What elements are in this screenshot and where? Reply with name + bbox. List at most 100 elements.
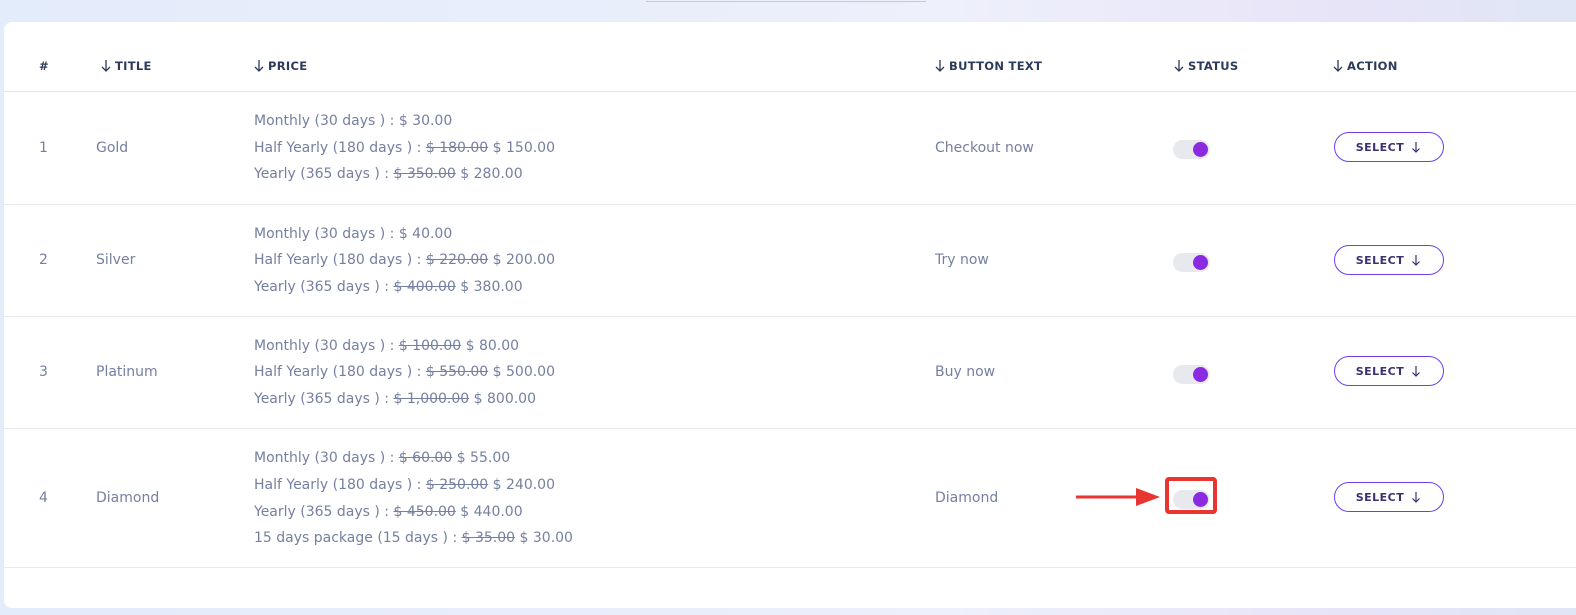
price-old: $ 350.00: [393, 166, 456, 182]
price-line: Yearly (365 days ) : $ 1,000.00 $ 800.00: [254, 391, 536, 408]
table-header: # TITLE PRICE BUTTON TEXT STATUS ACTION: [4, 22, 1576, 92]
row-number: 4: [39, 490, 48, 506]
toggle-knob: [1193, 255, 1208, 270]
price-old: $ 35.00: [461, 530, 516, 546]
price-current: $ 30.00: [398, 113, 453, 129]
header-button-text[interactable]: BUTTON TEXT: [934, 59, 1042, 73]
header-button-text-label: BUTTON TEXT: [949, 59, 1043, 73]
price-label: Monthly (30 days ) :: [254, 450, 395, 466]
price-current: $ 150.00: [492, 140, 555, 156]
row-number: 1: [39, 140, 48, 156]
red-arrow-right-icon: [1076, 488, 1160, 506]
table-row: 4 Diamond Monthly (30 days ) : $ 60.00 $…: [4, 429, 1576, 568]
select-button[interactable]: SELECT: [1334, 245, 1444, 275]
price-label: Yearly (365 days ) :: [254, 391, 390, 407]
price-current: $ 440.00: [460, 504, 523, 520]
select-button[interactable]: SELECT: [1334, 356, 1444, 386]
price-line: Half Yearly (180 days ) : $ 550.00 $ 500…: [254, 364, 555, 381]
button-text-value: Buy now: [935, 364, 996, 380]
select-button-label: SELECT: [1355, 253, 1405, 267]
price-line: Yearly (365 days ) : $ 400.00 $ 380.00: [254, 279, 523, 296]
price-current: $ 280.00: [460, 166, 523, 182]
price-line: Monthly (30 days ) : $ 100.00 $ 80.00: [254, 338, 519, 355]
price-old: $ 250.00: [425, 477, 489, 493]
price-current: $ 55.00: [456, 450, 511, 466]
highlight-box: [1165, 477, 1217, 514]
price-current: $ 40.00: [398, 226, 453, 242]
row-number: 3: [39, 364, 48, 380]
arrow-down-icon: [935, 60, 945, 72]
table-row: 2 Silver Monthly (30 days ) : $ 40.00 Ha…: [4, 205, 1576, 317]
price-label: Yearly (365 days ) :: [254, 279, 390, 295]
price-current: $ 200.00: [492, 252, 555, 268]
price-label: Monthly (30 days ) :: [254, 226, 395, 242]
status-toggle[interactable]: [1173, 365, 1210, 384]
price-line: Monthly (30 days ) : $ 30.00: [254, 113, 452, 130]
price-line: Half Yearly (180 days ) : $ 220.00 $ 200…: [254, 252, 555, 269]
row-number: 2: [39, 252, 48, 268]
price-old: $ 550.00: [425, 364, 489, 380]
pricing-table-card: # TITLE PRICE BUTTON TEXT STATUS ACTION …: [4, 22, 1576, 608]
select-button-label: SELECT: [1355, 140, 1405, 154]
price-line: Half Yearly (180 days ) : $ 250.00 $ 240…: [254, 477, 555, 494]
header-action[interactable]: ACTION: [1332, 59, 1398, 73]
arrow-down-icon: [1174, 60, 1184, 72]
price-current: $ 800.00: [473, 391, 536, 407]
price-label: Half Yearly (180 days ) :: [254, 477, 422, 493]
price-line: Yearly (365 days ) : $ 350.00 $ 280.00: [254, 166, 523, 183]
price-line: Half Yearly (180 days ) : $ 180.00 $ 150…: [254, 140, 555, 157]
price-label: 15 days package (15 days ) :: [254, 530, 458, 546]
row-title: Gold: [96, 140, 129, 156]
button-text-value: Diamond: [935, 490, 999, 506]
header-price[interactable]: PRICE: [253, 59, 307, 73]
arrow-down-icon: [101, 60, 111, 72]
row-title: Diamond: [96, 490, 160, 506]
status-toggle[interactable]: [1173, 140, 1210, 159]
select-button[interactable]: SELECT: [1334, 482, 1444, 512]
arrow-down-icon: [1412, 492, 1421, 503]
price-label: Half Yearly (180 days ) :: [254, 140, 422, 156]
price-current: $ 380.00: [460, 279, 523, 295]
top-divider: [646, 1, 926, 2]
row-title: Silver: [96, 252, 136, 268]
price-line: Yearly (365 days ) : $ 450.00 $ 440.00: [254, 504, 523, 521]
row-title: Platinum: [96, 364, 158, 380]
arrow-down-icon: [1412, 142, 1421, 153]
price-label: Yearly (365 days ) :: [254, 504, 390, 520]
arrow-down-icon: [254, 60, 264, 72]
arrow-down-icon: [1412, 366, 1421, 377]
price-label: Monthly (30 days ) :: [254, 113, 395, 129]
price-current: $ 500.00: [492, 364, 555, 380]
price-line: Monthly (30 days ) : $ 60.00 $ 55.00: [254, 450, 510, 467]
price-label: Yearly (365 days ) :: [254, 166, 390, 182]
header-price-label: PRICE: [268, 59, 308, 73]
select-button-label: SELECT: [1355, 490, 1405, 504]
header-status[interactable]: STATUS: [1173, 59, 1239, 73]
header-action-label: ACTION: [1347, 59, 1398, 73]
price-current: $ 80.00: [465, 338, 520, 354]
header-title[interactable]: TITLE: [100, 59, 152, 73]
price-old: $ 100.00: [398, 338, 462, 354]
select-button[interactable]: SELECT: [1334, 132, 1444, 162]
header-title-label: TITLE: [115, 59, 152, 73]
price-old: $ 60.00: [398, 450, 453, 466]
price-old: $ 180.00: [425, 140, 489, 156]
header-status-label: STATUS: [1188, 59, 1239, 73]
price-line: 15 days package (15 days ) : $ 35.00 $ 3…: [254, 530, 573, 547]
price-old: $ 220.00: [425, 252, 489, 268]
price-current: $ 240.00: [492, 477, 555, 493]
arrow-down-icon: [1333, 60, 1343, 72]
arrow-down-icon: [1412, 255, 1421, 266]
table-row: 3 Platinum Monthly (30 days ) : $ 100.00…: [4, 317, 1576, 429]
price-current: $ 30.00: [519, 530, 573, 546]
price-label: Half Yearly (180 days ) :: [254, 252, 422, 268]
button-text-value: Try now: [935, 252, 989, 268]
price-label: Half Yearly (180 days ) :: [254, 364, 422, 380]
status-toggle[interactable]: [1173, 253, 1210, 272]
price-label: Monthly (30 days ) :: [254, 338, 395, 354]
select-button-label: SELECT: [1355, 364, 1405, 378]
toggle-knob: [1193, 367, 1208, 382]
price-old: $ 450.00: [393, 504, 456, 520]
price-line: Monthly (30 days ) : $ 40.00: [254, 226, 452, 243]
button-text-value: Checkout now: [935, 140, 1034, 156]
